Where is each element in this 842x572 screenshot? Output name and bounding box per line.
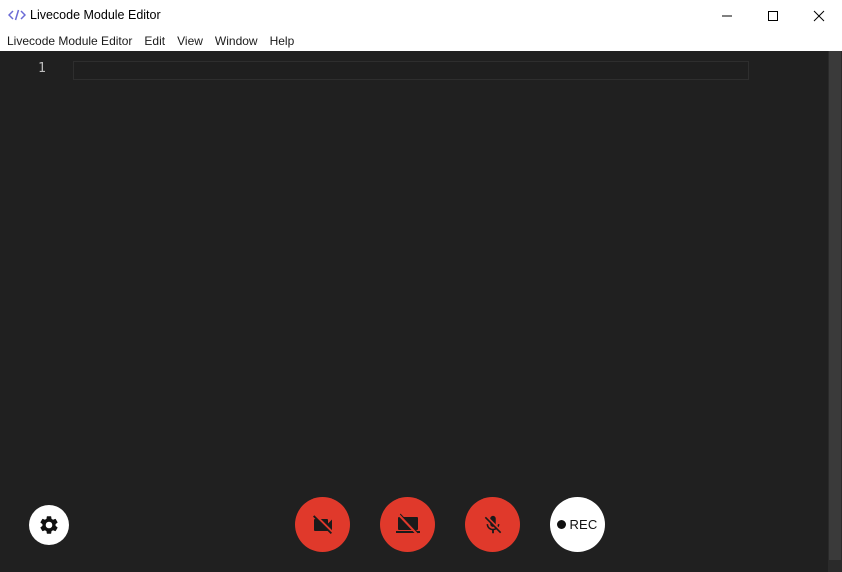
record-button[interactable]: REC bbox=[550, 497, 605, 552]
line-number: 1 bbox=[38, 61, 46, 76]
screen-share-off-icon bbox=[395, 513, 420, 535]
menu-help[interactable]: Help bbox=[270, 31, 295, 51]
gear-icon bbox=[40, 516, 58, 534]
maximize-button[interactable] bbox=[750, 0, 796, 31]
close-button[interactable] bbox=[796, 0, 842, 31]
camera-off-icon bbox=[312, 514, 332, 534]
camera-toggle-button[interactable] bbox=[295, 497, 350, 552]
scrollbar-thumb[interactable] bbox=[829, 51, 841, 560]
menu-window[interactable]: Window bbox=[215, 31, 258, 51]
screen-share-toggle-button[interactable] bbox=[380, 497, 435, 552]
menu-bar: Livecode Module Editor Edit View Window … bbox=[0, 31, 842, 51]
menu-edit[interactable]: Edit bbox=[144, 31, 165, 51]
record-dot-icon bbox=[557, 520, 567, 529]
settings-button[interactable] bbox=[29, 505, 69, 545]
minimize-button[interactable] bbox=[704, 0, 750, 31]
maximize-icon bbox=[768, 10, 778, 21]
close-icon bbox=[813, 10, 825, 21]
microphone-toggle-button[interactable] bbox=[465, 497, 520, 552]
window-controls bbox=[704, 0, 842, 31]
current-line-highlight[interactable] bbox=[73, 61, 749, 80]
record-label: REC bbox=[569, 517, 598, 532]
vertical-scrollbar[interactable] bbox=[828, 51, 842, 572]
menu-livecode-module-editor[interactable]: Livecode Module Editor bbox=[7, 31, 132, 51]
mic-off-icon bbox=[484, 515, 501, 533]
code-editor[interactable] bbox=[0, 51, 828, 572]
window-title: Livecode Module Editor bbox=[30, 8, 161, 22]
code-brackets-icon bbox=[8, 9, 26, 21]
menu-view[interactable]: View bbox=[177, 31, 203, 51]
title-bar: Livecode Module Editor bbox=[0, 0, 842, 31]
minimize-icon bbox=[722, 15, 732, 16]
